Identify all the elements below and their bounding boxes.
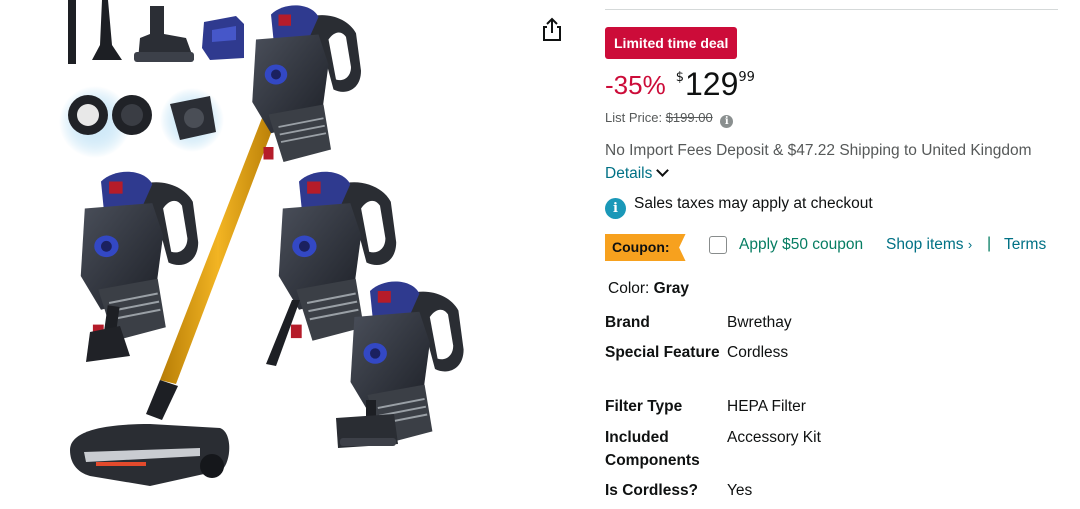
details-link[interactable]: Details: [605, 164, 670, 182]
discount-percent: -35%: [605, 70, 666, 100]
price-whole: 129: [684, 66, 739, 102]
spec-label-brand: Brand: [605, 314, 650, 331]
spec-label-filter-type: Filter Type: [605, 398, 683, 415]
spec-value-brand: Bwrethay: [727, 314, 792, 331]
coupon-checkbox[interactable]: [709, 236, 727, 254]
details-link-label: Details: [605, 165, 653, 182]
apply-coupon-label[interactable]: Apply $50 coupon: [739, 236, 863, 254]
spec-value-special-feature: Cordless: [727, 344, 789, 361]
spec-label-special-feature: Special Feature: [605, 344, 720, 361]
share-icon[interactable]: [538, 16, 566, 44]
separator: |: [987, 235, 992, 252]
spec-value-filter-type: HEPA Filter: [727, 398, 806, 415]
tax-notice: i Sales taxes may apply at checkout: [605, 195, 873, 219]
spec-value-included-components: Accessory Kit: [727, 429, 821, 446]
shipping-text: No Import Fees Deposit & $47.22 Shipping…: [605, 142, 1032, 159]
product-image[interactable]: [0, 0, 470, 509]
shop-items-label: Shop items: [886, 236, 964, 253]
terms-link[interactable]: Terms: [1004, 236, 1046, 254]
chevron-right-icon: ›: [967, 237, 973, 252]
tax-notice-text: Sales taxes may apply at checkout: [634, 195, 873, 212]
list-price: List Price: $199.00 i: [605, 110, 734, 128]
coupon-badge: Coupon:: [605, 234, 686, 261]
divider: [605, 9, 1058, 10]
color-selection: Color: Gray: [608, 280, 689, 298]
list-price-value: $199.00: [665, 110, 713, 125]
price-fraction: 99: [738, 70, 755, 85]
spec-label-is-cordless: Is Cordless?: [605, 482, 699, 499]
info-icon[interactable]: i: [720, 115, 734, 128]
color-value: Gray: [653, 280, 690, 297]
spec-label-included-components: Included Components: [605, 429, 700, 469]
shop-items-link[interactable]: Shop items ›: [886, 236, 972, 254]
chevron-down-icon: [656, 164, 670, 177]
deal-badge: Limited time deal: [605, 27, 738, 59]
color-label: Color:: [608, 280, 650, 297]
spec-value-is-cordless: Yes: [727, 482, 753, 499]
shipping-info: No Import Fees Deposit & $47.22 Shipping…: [605, 139, 1035, 185]
info-icon: i: [605, 198, 626, 219]
list-price-label: List Price:: [605, 110, 663, 125]
price-row: -35% $12999: [605, 64, 755, 104]
price-currency-symbol: $: [675, 70, 684, 85]
